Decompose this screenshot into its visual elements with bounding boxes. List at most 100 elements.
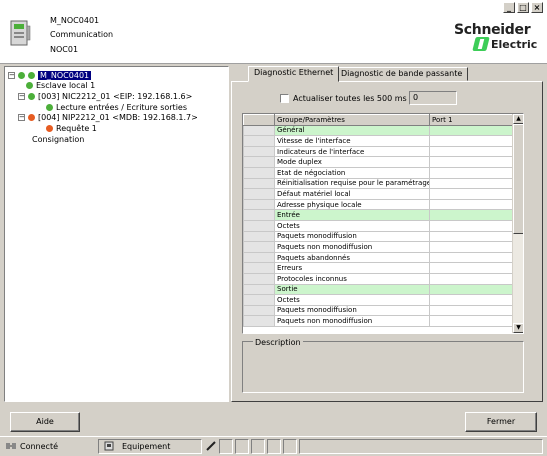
row-gutter: [243, 135, 275, 147]
grid-row[interactable]: Réinitialisation requise pour le paramét…: [243, 177, 514, 190]
row-gutter: [243, 166, 275, 179]
grid-group-row[interactable]: Sortie: [243, 283, 514, 296]
port1-value-cell: [429, 304, 514, 317]
parameter-cell: Paquets monodiffusion: [274, 304, 430, 317]
scroll-up-icon[interactable]: ▲: [513, 114, 523, 124]
row-gutter: [243, 294, 275, 306]
status-equipment: Equipement: [122, 442, 171, 451]
status-cell: [219, 439, 233, 454]
minimize-button[interactable]: _: [503, 2, 515, 13]
pencil-icon: [206, 441, 216, 453]
grid-row[interactable]: Octets: [243, 219, 514, 232]
scroll-down-icon[interactable]: ▼: [513, 323, 523, 333]
grid-group-row[interactable]: Entrée: [243, 209, 514, 221]
port1-value-cell: [429, 251, 514, 264]
row-gutter: [243, 209, 275, 221]
row-gutter: [243, 272, 275, 285]
status-ok-icon: [28, 72, 35, 79]
port1-value-cell: [429, 198, 514, 211]
collapse-icon[interactable]: −: [8, 72, 15, 79]
tree-item-label: [003] NIC2212_01 <EIP: 192.168.1.6>: [38, 92, 193, 101]
diagnostic-panel: Diagnostic Ethernet Diagnostic de bande …: [231, 66, 543, 402]
tree-item-nic2212[interactable]: − [003] NIC2212_01 <EIP: 192.168.1.6>: [18, 91, 192, 102]
tree-item-local-slave[interactable]: Esclave local 1: [26, 80, 95, 91]
parameter-cell: Erreurs: [274, 262, 430, 274]
parameter-cell: Paquets abandonnés: [274, 251, 430, 264]
diagnostic-grid[interactable]: Groupe/Paramètres Port 1 Général Vitesse …: [242, 113, 524, 334]
row-gutter: [243, 145, 275, 158]
grid-row[interactable]: Erreurs: [243, 262, 514, 274]
tree-item-label: [004] NIP2212_01 <MDB: 192.168.1.7>: [38, 113, 198, 122]
grid-row[interactable]: Indicateurs de l'interface: [243, 145, 514, 158]
status-cell: [299, 439, 543, 454]
module-ref: NOC01: [50, 45, 79, 54]
parameter-cell: Protocoles inconnus: [274, 272, 430, 285]
port1-value-cell: [429, 230, 514, 243]
tab-ethernet-diagnostic[interactable]: Diagnostic Ethernet: [248, 66, 340, 82]
tree-item-request[interactable]: Requête 1: [46, 123, 97, 134]
grid-scrollbar[interactable]: ▲ ▼: [512, 114, 523, 333]
column-header-port1[interactable]: Port 1: [429, 114, 514, 126]
tree-item-label: Consignation: [32, 135, 85, 144]
status-bar: Connecté Equipement: [0, 436, 547, 456]
grid-row[interactable]: Vitesse de l'interface: [243, 135, 514, 147]
port1-value-cell: [429, 177, 514, 190]
tree-item-logging[interactable]: Consignation: [32, 134, 84, 145]
row-gutter: [243, 304, 275, 317]
module-type: Communication: [50, 30, 114, 39]
refresh-checkbox[interactable]: [280, 94, 289, 103]
refresh-option[interactable]: Actualiser toutes les 500 ms: [280, 94, 407, 103]
grid-row[interactable]: Etat de négociation: [243, 166, 514, 179]
tree-item-label: Requête 1: [56, 124, 97, 133]
collapse-icon[interactable]: −: [18, 114, 25, 121]
status-cell: [251, 439, 265, 454]
tree-item-nip2212[interactable]: − [004] NIP2212_01 <MDB: 192.168.1.7>: [18, 112, 198, 123]
grid-row[interactable]: Paquets non monodiffusion: [243, 315, 514, 327]
device-module-icon: [9, 20, 31, 46]
port1-value-cell: [429, 124, 514, 137]
close-button[interactable]: Fermer: [465, 412, 537, 432]
parameter-cell: Paquets non monodiffusion: [274, 315, 430, 327]
port1-value-cell: [429, 315, 514, 327]
port1-value-cell: [429, 145, 514, 158]
grid-row[interactable]: Mode duplex: [243, 156, 514, 168]
status-cell: [267, 439, 281, 454]
grid-row[interactable]: Défaut matériel local: [243, 188, 514, 200]
port1-value-cell: [429, 209, 514, 221]
parameter-cell: Mode duplex: [274, 156, 430, 168]
port1-value-cell: [429, 156, 514, 168]
grid-group-row[interactable]: Général: [243, 124, 514, 137]
port1-value-cell: [429, 241, 514, 253]
help-button[interactable]: Aide: [10, 412, 80, 432]
grid-row[interactable]: Paquets non monodiffusion: [243, 241, 514, 253]
parameter-cell: Sortie: [274, 283, 430, 296]
parameter-cell: Vitesse de l'interface: [274, 135, 430, 147]
description-label: Description: [253, 338, 303, 347]
port1-value-cell: [429, 219, 514, 232]
row-gutter: [243, 241, 275, 253]
column-header-parameters[interactable]: Groupe/Paramètres: [274, 114, 430, 126]
tree-item-label: Esclave local 1: [36, 81, 96, 90]
grid-row[interactable]: Adresse physique locale: [243, 198, 514, 211]
maximize-button[interactable]: □: [517, 2, 529, 13]
row-gutter: [243, 219, 275, 232]
grid-row[interactable]: Paquets monodiffusion: [243, 304, 514, 317]
port1-value-cell: [429, 166, 514, 179]
close-window-button[interactable]: ×: [531, 2, 543, 13]
scroll-thumb[interactable]: [513, 124, 523, 234]
tab-bandwidth-diagnostic[interactable]: Diagnostic de bande passante: [335, 67, 469, 81]
module-tree[interactable]: − M_NOC0401 Esclave local 1 − [003] NIC2…: [4, 66, 229, 402]
parameter-cell: Adresse physique locale: [274, 198, 430, 211]
collapse-icon[interactable]: −: [18, 93, 25, 100]
grid-row[interactable]: Paquets abandonnés: [243, 251, 514, 264]
refresh-label: Actualiser toutes les 500 ms: [293, 94, 407, 103]
grid-row[interactable]: Paquets monodiffusion: [243, 230, 514, 243]
parameter-cell: Défaut matériel local: [274, 188, 430, 200]
status-cell: [235, 439, 249, 454]
parameter-cell: Général: [274, 124, 430, 137]
grid-row[interactable]: Protocoles inconnus: [243, 272, 514, 285]
grid-row[interactable]: Octets: [243, 294, 514, 306]
row-gutter: [243, 177, 275, 190]
parameter-cell: Réinitialisation requise pour le paramét…: [274, 177, 430, 190]
parameter-cell: Octets: [274, 219, 430, 232]
